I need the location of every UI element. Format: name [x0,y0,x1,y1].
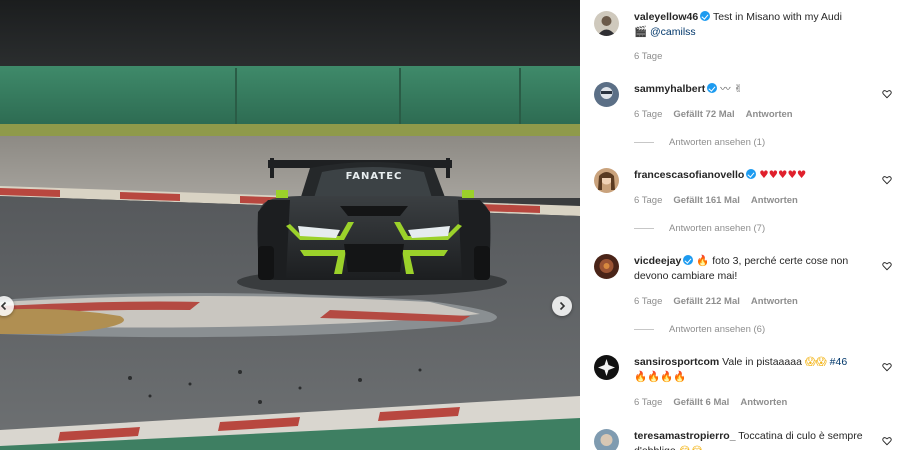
comment-meta: 6 Tage Gefällt 212 Mal Antworten [634,296,809,307]
view-replies-button[interactable]: Antworten ansehen (6) [634,324,765,335]
comment-likes[interactable]: Gefällt 212 Mal [673,296,740,307]
mention-link[interactable]: @camilss [650,26,696,38]
like-button[interactable] [882,89,892,99]
comment-user[interactable]: vicdeejay [634,255,681,267]
avatar[interactable] [594,168,619,193]
comment-likes[interactable]: Gefällt 6 Mal [673,397,729,408]
view-replies-button[interactable]: Antworten ansehen (7) [634,223,765,234]
avatar[interactable] [594,11,619,36]
comment-time: 6 Tage [634,296,663,307]
like-button[interactable] [882,436,892,446]
comments-panel: valeyellow46 Test in Misano with my Audi… [580,0,900,450]
post-author[interactable]: valeyellow46 [634,11,698,23]
comment-text: ♥♥♥♥♥ [759,169,807,181]
post-photo: FANATEC [0,0,580,450]
chevron-right-icon [559,301,566,311]
fire-emoji: 🔥🔥🔥🔥 [634,371,687,383]
comment-time: 6 Tage [634,397,663,408]
reply-button[interactable]: Antworten [751,296,798,307]
comment-meta: 6 Tage Gefällt 72 Mal Antworten [634,109,804,120]
verified-icon [746,169,757,179]
fire-emoji: 🔥 [696,255,710,267]
comment-user[interactable]: sansirosportcom [634,356,719,368]
reply-button[interactable]: Antworten [746,109,793,120]
comment-user[interactable]: sammyhalbert [634,83,705,95]
comment-text: 〰 ✌ [720,83,743,95]
race-track-scene: FANATEC [0,0,580,450]
hashtag-link[interactable]: #46 [830,356,848,368]
view-replies-button[interactable]: Antworten ansehen (1) [634,137,765,148]
car-livery-text: FANATEC [346,171,403,182]
verified-icon [700,11,711,21]
comment-meta: 6 Tage Gefällt 161 Mal Antworten [634,195,809,206]
post-caption-text: Test in Misano with my Audi [712,11,842,23]
like-button[interactable] [882,261,892,271]
comment-user[interactable]: teresamastropierro_ [634,430,736,442]
comment-time: 6 Tage [634,195,663,206]
avatar[interactable] [594,254,619,279]
comment-user[interactable]: francescasofianovello [634,169,744,181]
comment-likes[interactable]: Gefällt 72 Mal [673,109,734,120]
shocked-emoji: 😱😱 [804,356,827,368]
comment-time: 6 Tage [634,109,663,120]
comment-likes[interactable]: Gefällt 161 Mal [673,195,740,206]
heart-outline-icon [882,437,892,446]
reply-button[interactable]: Antworten [740,397,787,408]
clapperboard-icon: 🎬 [634,26,648,38]
chevron-left-icon [0,301,7,311]
heart-outline-icon [882,363,892,372]
like-button[interactable] [882,175,892,185]
heart-outline-icon [882,176,892,185]
avatar[interactable] [594,355,619,380]
avatar[interactable] [594,82,619,107]
next-photo-button[interactable] [552,296,572,316]
laughing-emoji: 😂😂 [679,445,704,450]
comment-meta: 6 Tage Gefällt 6 Mal Antworten [634,397,798,408]
comment-text: Vale in pistaaaaa [722,356,802,368]
heart-outline-icon [882,262,892,271]
verified-icon [707,83,718,93]
verified-icon [683,255,694,265]
reply-button[interactable]: Antworten [751,195,798,206]
heart-outline-icon [882,90,892,99]
avatar[interactable] [594,429,619,450]
like-button[interactable] [882,362,892,372]
post-timestamp: 6 Tage [634,51,663,62]
